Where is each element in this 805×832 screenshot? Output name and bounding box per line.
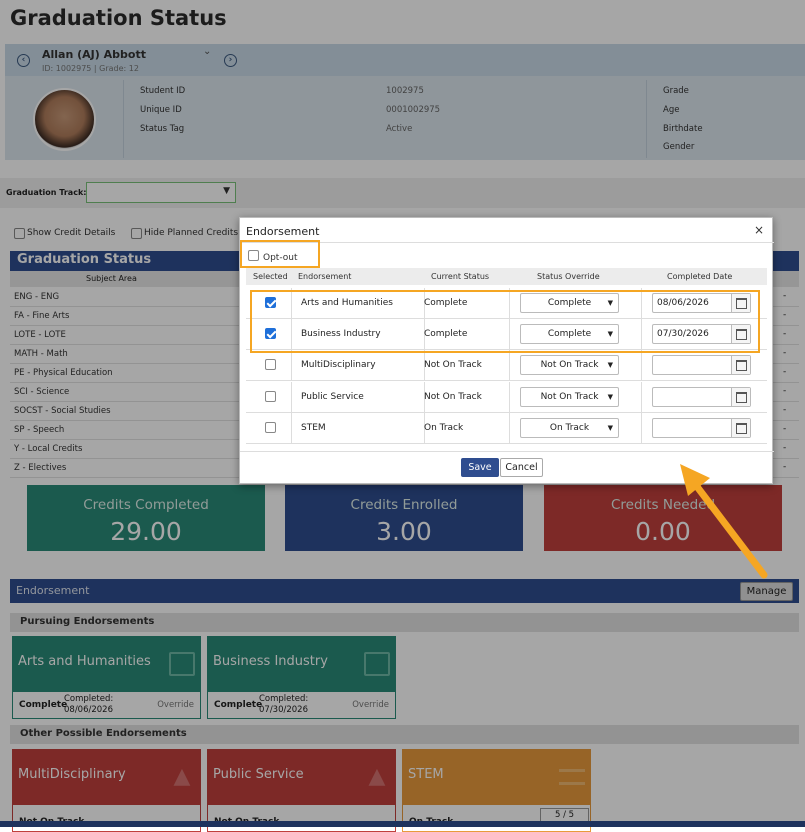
current-status: Not On Track bbox=[424, 391, 482, 402]
annotation-arrow bbox=[680, 464, 768, 579]
row-select-checkbox[interactable] bbox=[265, 390, 276, 402]
endorsement-row: Public Service Not On Track Not On Track bbox=[246, 381, 767, 413]
save-button[interactable]: Save bbox=[461, 458, 499, 477]
completed-date-input[interactable] bbox=[652, 355, 751, 376]
opt-out-checkbox[interactable] bbox=[248, 250, 259, 261]
col-selected: Selected bbox=[253, 272, 288, 281]
col-completed-date: Completed Date bbox=[667, 272, 733, 281]
status-override-select[interactable]: Not On Track bbox=[520, 386, 619, 407]
current-status: Not On Track bbox=[424, 360, 482, 371]
status-override-select[interactable]: On Track bbox=[520, 417, 619, 438]
endorsement-name: MultiDisciplinary bbox=[301, 360, 376, 371]
col-endorsement: Endorsement bbox=[298, 272, 352, 281]
endorsement-table-header: Selected Endorsement Current Status Stat… bbox=[246, 268, 767, 285]
status-override-select[interactable]: Not On Track bbox=[520, 355, 619, 376]
close-icon[interactable]: × bbox=[754, 223, 764, 237]
completed-date-input[interactable] bbox=[652, 386, 751, 407]
row-select-checkbox[interactable] bbox=[265, 359, 276, 371]
opt-out-label: Opt-out bbox=[263, 253, 298, 263]
endorsement-name: STEM bbox=[301, 422, 326, 433]
calendar-icon[interactable] bbox=[731, 356, 750, 375]
selected-rows-highlight bbox=[250, 290, 760, 353]
col-current-status: Current Status bbox=[431, 272, 490, 281]
endorsement-modal: Endorsement × Opt-out Selected Endorseme… bbox=[239, 217, 774, 484]
modal-title: Endorsement bbox=[246, 225, 320, 238]
row-select-checkbox[interactable] bbox=[265, 421, 276, 433]
calendar-icon[interactable] bbox=[731, 387, 750, 406]
current-status: On Track bbox=[424, 422, 464, 433]
col-status-override: Status Override bbox=[537, 272, 600, 281]
endorsement-name: Public Service bbox=[301, 391, 364, 402]
endorsement-row: MultiDisciplinary Not On Track Not On Trac… bbox=[246, 350, 767, 382]
cancel-button[interactable]: Cancel bbox=[500, 458, 543, 477]
calendar-icon[interactable] bbox=[731, 418, 750, 437]
completed-date-input[interactable] bbox=[652, 417, 751, 438]
endorsement-row: STEM On Track On Track bbox=[246, 412, 767, 444]
